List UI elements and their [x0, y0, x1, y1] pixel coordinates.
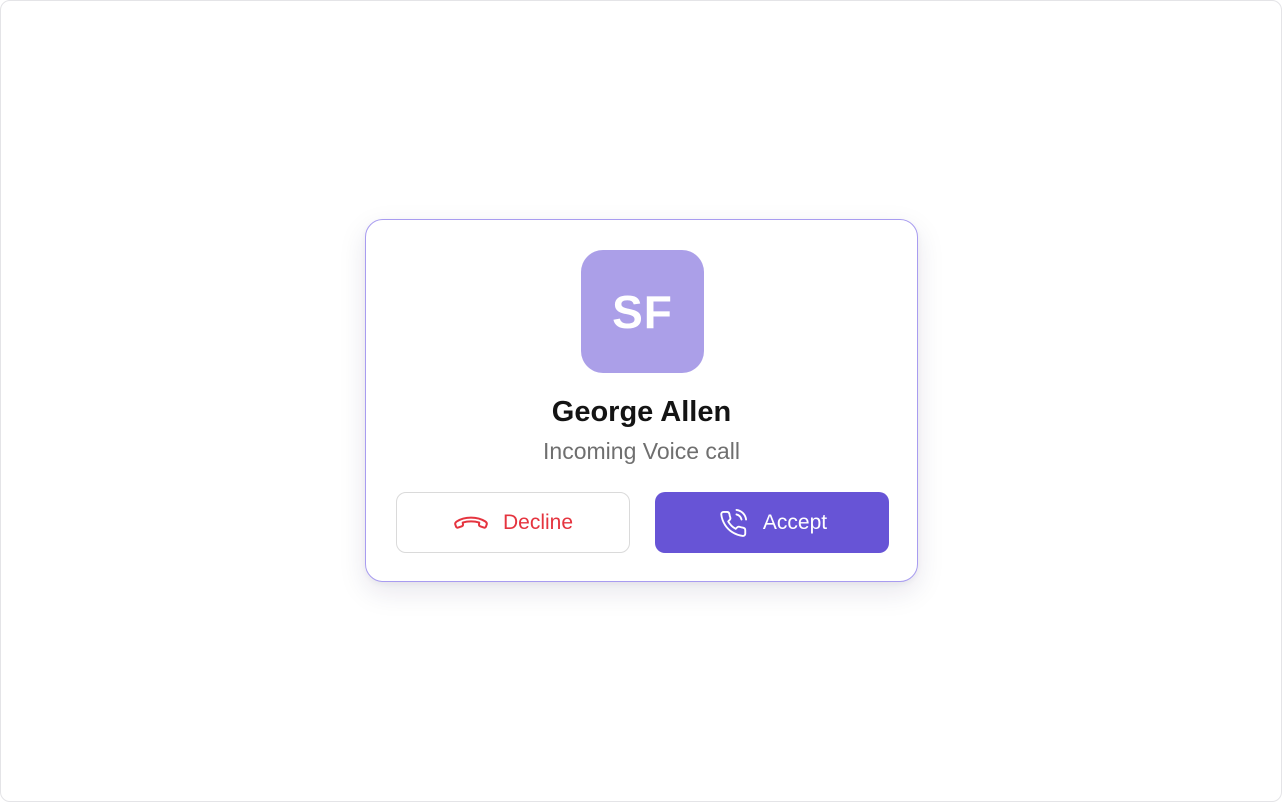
caller-avatar: SF: [581, 250, 704, 373]
window-frame: SF George Allen Incoming Voice call Decl…: [0, 0, 1282, 802]
decline-button[interactable]: Decline: [396, 492, 630, 553]
accept-label: Accept: [762, 510, 828, 534]
decline-label: Decline: [502, 510, 574, 534]
incoming-call-card: SF George Allen Incoming Voice call Decl…: [365, 219, 918, 582]
phone-hangup-icon: [453, 515, 489, 531]
call-status: Incoming Voice call: [543, 438, 740, 464]
caller-name: George Allen: [551, 396, 732, 428]
phone-incoming-icon: [717, 507, 749, 539]
accept-button[interactable]: Accept: [655, 492, 889, 553]
